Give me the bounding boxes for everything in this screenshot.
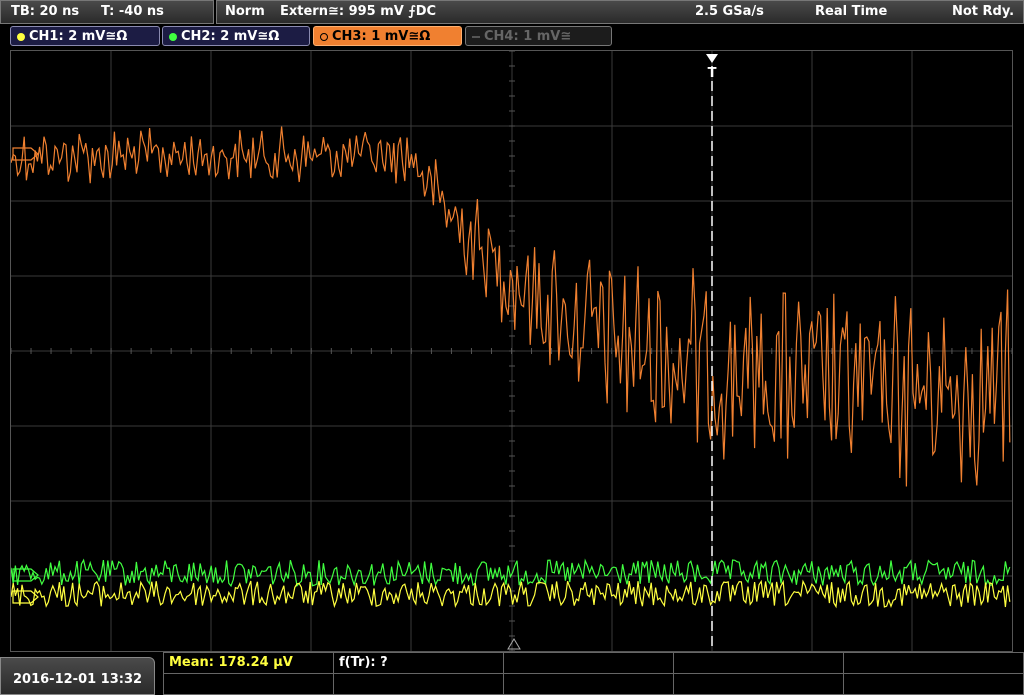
trigger-time-label: T: -40 ns	[101, 4, 164, 19]
channel-2-button[interactable]: CH2: 2 mV≅Ω	[162, 26, 310, 46]
ftr-value: f(Tr): ?	[339, 655, 388, 670]
measurement-panel[interactable]: Mean: 178.24 µV f(Tr): ?	[163, 652, 1024, 695]
channel-2-label: CH2: 2 mV≅Ω	[181, 29, 280, 44]
empty-cell	[844, 653, 1023, 674]
channel-1-trace	[11, 579, 1011, 609]
channel-2-trace	[11, 558, 1011, 588]
trigger-status-box[interactable]: Norm Extern≅: 995 mV ⨍DC 2.5 GSa/s Real …	[216, 0, 1024, 24]
channel-4-button[interactable]: CH4: 1 mV≅	[465, 26, 612, 46]
channel-4-off-icon	[472, 36, 480, 38]
channel-3-trace	[11, 126, 1011, 487]
waveform-canvas[interactable]: T	[11, 51, 1012, 651]
channel-3-label: CH3: 1 mV≅Ω	[332, 29, 431, 44]
top-status-bar: TB: 20 ns T: -40 ns Norm Extern≅: 995 mV…	[0, 0, 1024, 24]
empty-cell	[674, 674, 844, 695]
mean-cell: Mean: 178.24 µV	[164, 653, 334, 674]
channel-1-dot-icon	[17, 33, 25, 41]
run-status-label: Not Rdy.	[952, 4, 1015, 19]
date-time-label: 2016-12-01 13:32	[13, 672, 143, 687]
empty-cell	[674, 653, 844, 674]
acquisition-mode-label: Real Time	[815, 4, 888, 19]
mean-value: Mean: 178.24 µV	[169, 655, 293, 670]
timebase-label: TB: 20 ns	[11, 4, 80, 19]
trigger-mode-label: Norm	[225, 4, 265, 19]
channel-1-button[interactable]: CH1: 2 mV≅Ω	[10, 26, 160, 46]
empty-cell	[164, 674, 334, 695]
horizontal-position-icon[interactable]	[507, 638, 521, 650]
grid	[11, 51, 1012, 651]
channel-3-ring-icon	[320, 33, 328, 41]
waveform-display[interactable]: T	[10, 50, 1013, 652]
empty-cell	[504, 653, 674, 674]
channel-4-label: CH4: 1 mV≅	[484, 29, 572, 44]
empty-cell	[844, 674, 1023, 695]
ftr-cell: f(Tr): ?	[334, 653, 504, 674]
bottom-bar: 2016-12-01 13:32 Mean: 178.24 µV f(Tr): …	[0, 652, 1024, 695]
channel-bar: CH1: 2 mV≅Ω CH2: 2 mV≅Ω CH3: 1 mV≅Ω CH4:…	[0, 26, 1024, 48]
trigger-source-label: Extern≅: 995 mV ⨍DC	[280, 4, 437, 19]
timebase-box[interactable]: TB: 20 ns T: -40 ns	[0, 0, 214, 24]
empty-cell	[504, 674, 674, 695]
trigger-marker-label: T	[708, 66, 717, 81]
trigger-position-icon[interactable]	[706, 54, 718, 63]
empty-cell	[334, 674, 504, 695]
channel-3-button[interactable]: CH3: 1 mV≅Ω	[313, 26, 462, 46]
date-time-box: 2016-12-01 13:32	[0, 657, 155, 695]
channel-1-label: CH1: 2 mV≅Ω	[29, 29, 128, 44]
channel-2-dot-icon	[169, 33, 177, 41]
sample-rate-label: 2.5 GSa/s	[695, 4, 764, 19]
